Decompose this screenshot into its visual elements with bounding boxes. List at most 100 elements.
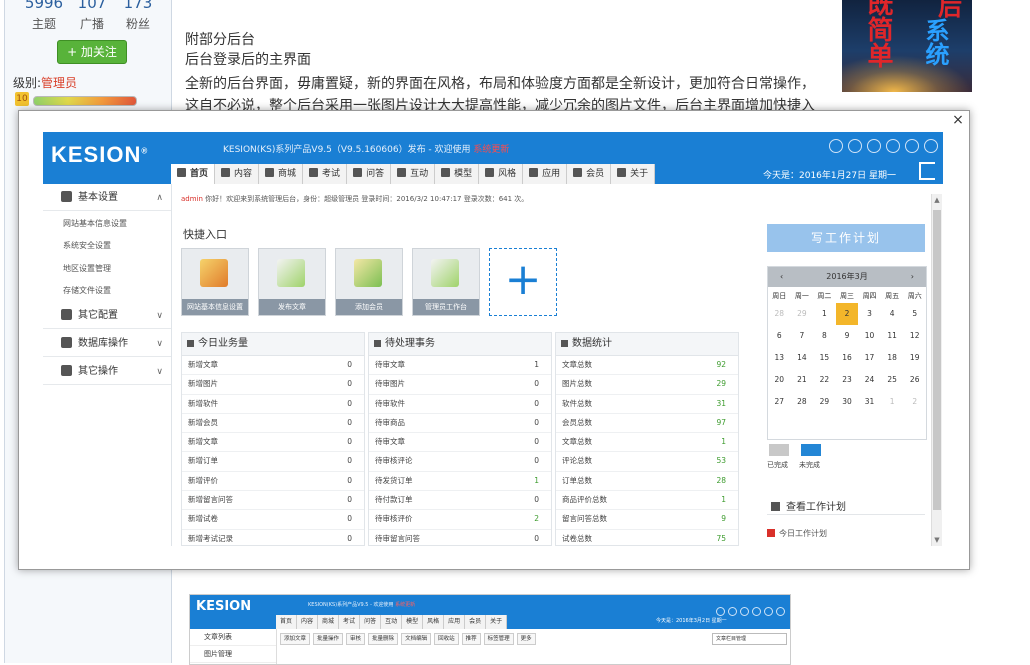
calendar-day[interactable]: 21: [791, 369, 814, 391]
calendar-day[interactable]: 4: [881, 303, 904, 325]
sidebar-item[interactable]: 文章列表: [190, 629, 276, 646]
table-row[interactable]: 待审图片 0: [369, 375, 551, 395]
sidebar-item[interactable]: 系统安全设置: [63, 240, 111, 251]
tab[interactable]: 问答: [360, 615, 382, 629]
power-icon[interactable]: [924, 139, 938, 153]
table-row[interactable]: 待发货订单 1: [369, 472, 551, 492]
table-row[interactable]: 会员总数 97: [556, 414, 738, 434]
tab[interactable]: 会员: [465, 615, 487, 629]
calendar-day[interactable]: 16: [836, 347, 859, 369]
calendar-day[interactable]: 25: [881, 369, 904, 391]
sidebar-item[interactable]: 存储文件设置: [63, 285, 111, 296]
sidebar-item[interactable]: 地区设置管理: [63, 263, 111, 274]
sidebar-item[interactable]: 图片管理: [190, 646, 276, 663]
toolbar-button[interactable]: 更多: [516, 633, 536, 645]
stat-topics[interactable]: 5996 主题: [19, 0, 69, 34]
calendar-day[interactable]: 15: [813, 347, 836, 369]
tab[interactable]: 应用: [444, 615, 466, 629]
calendar-day[interactable]: 31: [858, 391, 881, 413]
calendar-day[interactable]: 28: [768, 303, 791, 325]
table-row[interactable]: 待付款订单 0: [369, 491, 551, 511]
tab-apps[interactable]: 应用: [523, 164, 568, 184]
table-row[interactable]: 商品评价总数 1: [556, 491, 738, 511]
toolbar-button[interactable]: 批量删除: [368, 633, 399, 645]
sidebar-group-other-config[interactable]: 其它配置 ∨: [43, 304, 171, 329]
tab-exam[interactable]: 考试: [303, 164, 348, 184]
table-row[interactable]: 订单总数 28: [556, 472, 738, 492]
table-row[interactable]: 新增留言问答 0: [182, 491, 364, 511]
category-select[interactable]: 文章栏目管理: [712, 633, 787, 645]
calendar-day[interactable]: 13: [768, 347, 791, 369]
workplan-item[interactable]: 今日工作计划: [767, 528, 827, 539]
toolbar-button[interactable]: 标签管理: [483, 633, 514, 645]
table-row[interactable]: 软件总数 31: [556, 395, 738, 414]
quick-entry-site-settings[interactable]: 网站基本信息设置: [181, 248, 249, 316]
stat-fans[interactable]: 173 粉丝: [113, 0, 163, 34]
calendar-day[interactable]: 2: [835, 303, 859, 325]
table-row[interactable]: 待审软件 0: [369, 395, 551, 414]
system-update-link[interactable]: 系统更新: [473, 145, 509, 155]
table-row[interactable]: 留言问答总数 9: [556, 510, 738, 530]
next-month-button[interactable]: ›: [911, 267, 914, 287]
calendar-day[interactable]: 6: [768, 325, 791, 347]
calendar-day[interactable]: 14: [791, 347, 814, 369]
tab[interactable]: 互动: [381, 615, 403, 629]
toolbar-button[interactable]: 添加文章: [280, 633, 311, 645]
lock-icon[interactable]: [740, 607, 749, 616]
calendar-day[interactable]: 26: [903, 369, 926, 391]
scrollbar[interactable]: ▲ ▼: [931, 194, 942, 546]
calendar-day[interactable]: 9: [836, 325, 859, 347]
toolbar-button[interactable]: 推荐: [461, 633, 481, 645]
calendar-day[interactable]: 23: [836, 369, 859, 391]
calendar-day[interactable]: 30: [836, 391, 859, 413]
tab[interactable]: 考试: [339, 615, 361, 629]
tab[interactable]: 首页: [276, 615, 298, 629]
calendar-day[interactable]: 29: [791, 303, 814, 325]
tab-about[interactable]: 关于: [611, 164, 656, 184]
table-row[interactable]: 试卷总数 75: [556, 530, 738, 546]
tab-members[interactable]: 会员: [567, 164, 612, 184]
calendar-day[interactable]: 22: [813, 369, 836, 391]
table-row[interactable]: 新增文章 0: [182, 433, 364, 453]
sidebar-group-database[interactable]: 数据库操作 ∨: [43, 332, 171, 357]
refresh-icon[interactable]: [886, 139, 900, 153]
tab[interactable]: 风格: [423, 615, 445, 629]
calendar-day[interactable]: 17: [858, 347, 881, 369]
add-shortcut-button[interactable]: +: [489, 248, 557, 316]
calendar-day[interactable]: 19: [903, 347, 926, 369]
quick-entry-add-member[interactable]: 添加会员: [335, 248, 403, 316]
minus-icon[interactable]: [848, 139, 862, 153]
table-row[interactable]: 待审核评论 0: [369, 452, 551, 472]
power-icon[interactable]: [776, 607, 785, 616]
refresh-icon[interactable]: [752, 607, 761, 616]
table-row[interactable]: 新增试卷 0: [182, 510, 364, 530]
sidebar-group-basic-settings[interactable]: 基本设置 ∧: [43, 186, 171, 211]
table-row[interactable]: 图片总数 29: [556, 375, 738, 395]
help-icon[interactable]: [764, 607, 773, 616]
calendar-day[interactable]: 29: [813, 391, 836, 413]
table-row[interactable]: 待审文章 0: [369, 433, 551, 453]
follow-button[interactable]: + 加关注: [57, 40, 127, 64]
calendar-day[interactable]: 27: [768, 391, 791, 413]
sidebar-item[interactable]: 网站基本信息设置: [63, 218, 127, 229]
tab-qa[interactable]: 问答: [347, 164, 392, 184]
prev-month-button[interactable]: ‹: [780, 267, 783, 287]
table-row[interactable]: 新增文章 0: [182, 356, 364, 376]
table-row[interactable]: 新增订单 0: [182, 452, 364, 472]
table-row[interactable]: 文章总数 92: [556, 356, 738, 376]
table-row[interactable]: 新增考试记录 0: [182, 530, 364, 546]
tab[interactable]: 关于: [486, 615, 508, 629]
table-row[interactable]: 待审核评价 2: [369, 510, 551, 530]
calendar-day[interactable]: 24: [858, 369, 881, 391]
exit-icon[interactable]: [919, 162, 935, 180]
calendar-day[interactable]: 20: [768, 369, 791, 391]
table-row[interactable]: 待审文章 1: [369, 356, 551, 376]
calendar-day[interactable]: 5: [903, 303, 926, 325]
view-workplan-title[interactable]: 查看工作计划: [771, 498, 846, 513]
table-row[interactable]: 待审商品 0: [369, 414, 551, 434]
table-row[interactable]: 评论总数 53: [556, 452, 738, 472]
tab-content[interactable]: 内容: [215, 164, 260, 184]
table-row[interactable]: 文章总数 1: [556, 433, 738, 453]
calendar-day[interactable]: 7: [791, 325, 814, 347]
home-icon[interactable]: [829, 139, 843, 153]
